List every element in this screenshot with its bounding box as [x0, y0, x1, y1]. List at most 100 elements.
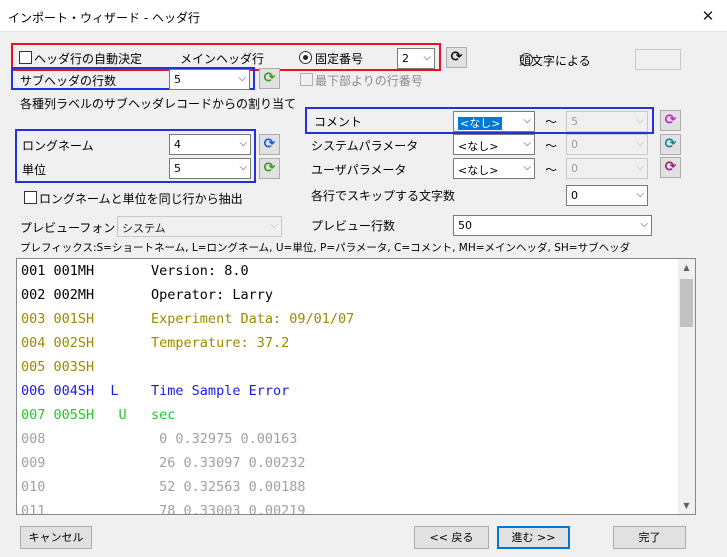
- chevron-down-icon: ⌵: [636, 189, 644, 200]
- preview-rows-label: プレビュー行数: [311, 219, 396, 233]
- user-param-to-select: 0 ⌵: [566, 158, 648, 179]
- auto-header-label: ヘッダ行の自動決定: [34, 52, 143, 66]
- preview-font-label: プレビューフォント: [20, 221, 128, 235]
- chevron-down-icon: ⌵: [523, 138, 531, 149]
- back-button[interactable]: << 戻る: [414, 526, 489, 549]
- refresh-icon: ⟳: [664, 159, 677, 175]
- user-param-label: ユーザパラメータ: [311, 163, 407, 177]
- unit-select[interactable]: 5 ⌵: [169, 158, 251, 179]
- preview-line: 004 002SH Temperature: 37.2: [21, 335, 290, 351]
- fixed-number-value: 2: [402, 52, 409, 65]
- from-bottom-label: 最下部よりの行番号: [315, 74, 423, 88]
- comment-to-select: 5 ⌵: [566, 111, 648, 132]
- preview-rows-select[interactable]: 50 ⌵: [453, 215, 652, 236]
- comment-to-value: 5: [571, 115, 578, 128]
- from-bottom-checkbox: [300, 73, 313, 86]
- same-row-checkbox[interactable]: [24, 191, 37, 204]
- scroll-thumb[interactable]: [680, 279, 693, 327]
- user-param-tilde: ～: [545, 163, 558, 177]
- long-name-value: 4: [174, 138, 181, 151]
- refresh-icon: ⟳: [263, 70, 276, 86]
- preview-line: 008 0 0.32975 0.00163: [21, 431, 298, 447]
- chevron-down-icon: ⌵: [640, 219, 648, 230]
- chevron-down-icon: ⌵: [238, 73, 246, 84]
- fixed-number-select[interactable]: 2 ⌵: [397, 48, 435, 69]
- system-param-tilde: ～: [545, 139, 558, 153]
- preview-line: 011 78 0.33003 0.00219: [21, 503, 306, 515]
- skip-chars-value: 0: [571, 189, 578, 202]
- user-param-to-value: 0: [571, 162, 578, 175]
- refresh-icon: ⟳: [664, 136, 677, 152]
- next-button[interactable]: 進む >>: [497, 526, 570, 549]
- chevron-down-icon: ⌵: [636, 115, 644, 126]
- window-title: インポート・ウィザード - ヘッダ行: [8, 11, 200, 25]
- sub-header-label: サブヘッダの行数: [20, 74, 117, 88]
- preview-rows-value: 50: [458, 219, 472, 232]
- scroll-up-icon[interactable]: ▲: [678, 259, 695, 276]
- refresh-unit-button[interactable]: ⟳: [259, 158, 280, 179]
- prefix-input: [635, 49, 681, 70]
- scroll-down-icon[interactable]: ▼: [678, 497, 695, 514]
- comment-select[interactable]: <なし> ⌵: [453, 111, 535, 132]
- finish-button[interactable]: 完了: [613, 526, 686, 549]
- fixed-number-label: 固定番号: [315, 52, 364, 66]
- preview-scrollbar[interactable]: ▲ ▼: [678, 259, 695, 514]
- fixed-number-radio[interactable]: [299, 51, 312, 64]
- preview-line: 002 002MH Operator: Larry: [21, 287, 273, 303]
- preview-line: 003 001SH Experiment Data: 09/01/07: [21, 311, 355, 327]
- title-bar: インポート・ウィザード - ヘッダ行 ✕: [0, 0, 727, 32]
- system-param-to-select: 0 ⌵: [566, 134, 648, 155]
- chevron-down-icon: ⌵: [636, 138, 644, 149]
- preview-line: 010 52 0.32563 0.00188: [21, 479, 306, 495]
- auto-header-checkbox[interactable]: [19, 51, 32, 64]
- long-name-label: ロングネーム: [22, 139, 94, 153]
- preview-line: 005 003SH: [21, 359, 95, 375]
- same-row-label: ロングネームと単位を同じ行から抽出: [39, 192, 243, 206]
- cancel-button[interactable]: キャンセル: [20, 526, 92, 549]
- user-param-value: <なし>: [458, 164, 499, 177]
- preview-pane[interactable]: 001 001MH Version: 8.0 002 002MH Operator…: [16, 258, 696, 515]
- chevron-down-icon: ⌵: [523, 115, 531, 126]
- system-param-label: システムパラメータ: [311, 139, 419, 153]
- chevron-down-icon: ⌵: [239, 138, 247, 149]
- refresh-system-param-button[interactable]: ⟳: [660, 134, 681, 155]
- refresh-main-header-button[interactable]: ⟳: [446, 47, 467, 68]
- preview-line: 001 001MH Version: 8.0: [21, 263, 249, 279]
- system-param-select[interactable]: <なし> ⌵: [453, 134, 535, 155]
- chevron-down-icon: ⌵: [423, 52, 431, 63]
- unit-value: 5: [174, 162, 181, 175]
- unit-label: 単位: [22, 163, 47, 177]
- preview-font-value: システム: [122, 222, 166, 235]
- system-param-to-value: 0: [571, 138, 578, 151]
- refresh-icon: ⟳: [263, 136, 276, 152]
- skip-chars-select[interactable]: 0 ⌵: [566, 185, 648, 206]
- user-param-select[interactable]: <なし> ⌵: [453, 158, 535, 179]
- skip-chars-label: 各行でスキップする文字数: [311, 189, 456, 203]
- prefix-legend: プレフィックス:S=ショートネーム, L=ロングネーム, U=単位, P=パラメ…: [20, 242, 631, 254]
- preview-line: 006 004SH L Time Sample Error: [21, 383, 290, 399]
- refresh-icon: ⟳: [664, 112, 677, 128]
- refresh-user-param-button[interactable]: ⟳: [660, 157, 681, 178]
- preview-font-select: システム ⌵: [117, 216, 282, 237]
- refresh-sub-header-button[interactable]: ⟳: [259, 68, 280, 89]
- preview-line: 009 26 0.33097 0.00232: [21, 455, 306, 471]
- system-param-value: <なし>: [458, 140, 499, 153]
- chevron-down-icon: ⌵: [523, 162, 531, 173]
- by-prefix-label: 頭文字による: [519, 54, 591, 68]
- assign-group-label: 各種列ラベルのサブヘッダレコードからの割り当て: [20, 97, 297, 111]
- refresh-comment-button[interactable]: ⟳: [660, 110, 681, 131]
- chevron-down-icon: ⌵: [270, 220, 278, 231]
- long-name-select[interactable]: 4 ⌵: [169, 134, 251, 155]
- comment-value: <なし>: [458, 117, 503, 130]
- main-header-label: メインヘッダ行: [180, 52, 265, 66]
- chevron-down-icon: ⌵: [636, 162, 644, 173]
- sub-header-value: 5: [174, 73, 181, 86]
- comment-tilde: ～: [545, 115, 558, 129]
- sub-header-select[interactable]: 5 ⌵: [169, 69, 250, 90]
- comment-label: コメント: [314, 115, 363, 129]
- chevron-down-icon: ⌵: [239, 162, 247, 173]
- close-icon[interactable]: ✕: [696, 5, 720, 27]
- refresh-long-name-button[interactable]: ⟳: [259, 134, 280, 155]
- preview-line: 007 005SH U sec: [21, 407, 176, 423]
- refresh-icon: ⟳: [263, 160, 276, 176]
